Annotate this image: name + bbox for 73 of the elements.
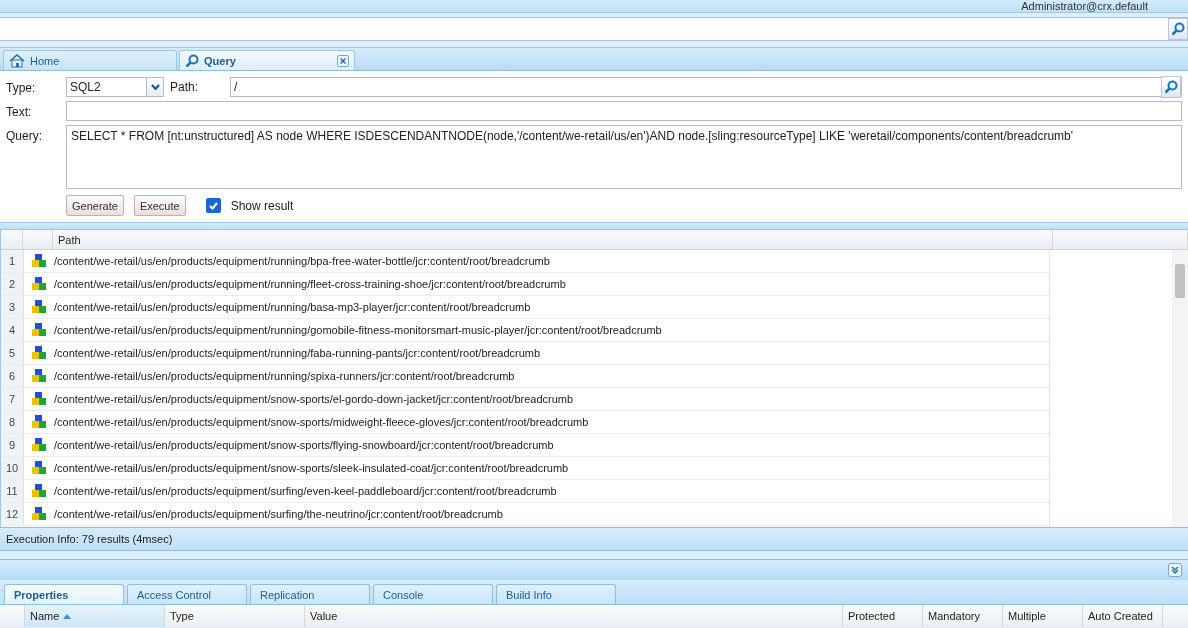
column-header[interactable]: Name (25, 605, 165, 627)
node-cubes-icon (31, 483, 47, 499)
home-icon (9, 53, 25, 68)
row-number: 3 (1, 296, 24, 318)
path-cell: /content/we-retail/us/en/products/equipment/snow-sports/el-gordo-down-jacket/jcr:content/root/breadcrumb (54, 393, 574, 405)
tab[interactable]: Home (3, 50, 177, 70)
node-cubes-icon (31, 345, 47, 361)
tab[interactable]: Query (179, 50, 355, 70)
tab[interactable]: Console (373, 584, 493, 604)
path-cell: /content/we-retail/us/en/products/equipment/running/gomobile-fitness-monitorsmart-music-player/jcr:content/root/breadcrumb (54, 324, 662, 336)
path-cell: /content/we-retail/us/en/products/equipment/running/fleet-cross-training-shoe/jcr:content/root/breadcrumb (54, 278, 566, 290)
row-number: 1 (1, 250, 24, 272)
text-label: Text: (6, 104, 33, 121)
node-cubes-icon (31, 414, 47, 430)
row-number: 5 (1, 342, 24, 364)
checkbox[interactable] (205, 198, 221, 213)
path-label: Path: (170, 80, 200, 94)
path-cell: /content/we-retail/us/en/products/equipment/snow-sports/flying-snowboard/jcr:content/root/breadcrumb (54, 439, 554, 451)
query-field[interactable]: SELECT * FROM [nt:unstructured] AS node WHERE ISDESCENDANTNODE(node,'/content/we-retail/us/en')AND node.[sling:resourceType] LIKE 'weretail/components/content/breadcrumb' (66, 125, 1182, 189)
type-label: Type: (6, 80, 37, 97)
row-number: 12 (1, 503, 24, 525)
node-cubes-icon (31, 276, 47, 292)
row-number: 9 (1, 434, 24, 456)
search-button[interactable] (1168, 18, 1188, 40)
path-cell: /content/we-retail/us/en/products/equipment/snow-sports/sleek-insulated-coat/jcr:content/root/breadcrumb (54, 462, 569, 474)
collapse-button[interactable] (1168, 563, 1182, 577)
tab[interactable]: Build Info (496, 584, 616, 604)
path-cell: /content/we-retail/us/en/products/equipment/surfing/even-keel-paddleboard/jcr:content/root/breadcrumb (54, 485, 557, 497)
node-cubes-icon (31, 368, 47, 384)
path-cell: /content/we-retail/us/en/products/equipment/running/bpa-free-water-bottle/jcr:content/root/breadcrumb (54, 255, 550, 267)
row-number: 8 (1, 411, 24, 433)
user-name: Administrator@crx.default (1021, 0, 1148, 12)
column-header[interactable]: Auto Created (1083, 605, 1163, 627)
query-label: Query: (6, 128, 43, 145)
column-header[interactable]: Mandatory (923, 605, 1003, 627)
node-cubes-icon (31, 460, 47, 476)
column-header[interactable]: Multiple (1003, 605, 1083, 627)
scrollbar[interactable] (1172, 250, 1188, 527)
type-dropdown[interactable]: SQL2 (66, 77, 164, 97)
node-cubes-icon (31, 506, 47, 522)
sort-arrow-icon (63, 613, 72, 619)
column-header[interactable]: Protected (843, 605, 923, 627)
tab[interactable]: Properties (4, 584, 124, 604)
action-button[interactable]: Generate (66, 195, 124, 216)
row-number: 10 (1, 457, 24, 479)
row-number: 4 (1, 319, 24, 341)
tab[interactable]: Replication (250, 584, 370, 604)
node-cubes-icon (31, 299, 47, 315)
node-cubes-icon (31, 391, 47, 407)
checkbox-label: Show result (230, 198, 294, 213)
column-header[interactable]: Value (305, 605, 843, 627)
path-cell: /content/we-retail/us/en/products/equipment/running/basa-mp3-player/jcr:content/root/breadcrumb (54, 301, 531, 313)
node-cubes-icon (31, 253, 47, 269)
close-icon[interactable] (337, 54, 349, 67)
checkmark-icon (208, 201, 218, 210)
column-header[interactable]: Type (165, 605, 305, 627)
execution-info: Execution Info: 79 results (4msec) (6, 533, 173, 545)
row-number: 7 (1, 388, 24, 410)
path-cell: /content/we-retail/us/en/products/equipment/surfing/the-neutrino/jcr:content/root/breadcrumb (54, 508, 503, 520)
search-icon (185, 53, 199, 68)
path-cell: /content/we-retail/us/en/products/equipment/snow-sports/midweight-fleece-gloves/jcr:content/root/breadcrumb (54, 416, 589, 428)
path-cell: /content/we-retail/us/en/products/equipment/running/spixa-runners/jcr:content/root/breadcrumb (54, 370, 515, 382)
row-number: 2 (1, 273, 24, 295)
text-field[interactable] (66, 101, 1182, 121)
node-cubes-icon (31, 437, 47, 453)
caret-icon (150, 84, 160, 90)
node-cubes-icon (31, 322, 47, 338)
action-button[interactable]: Execute (133, 195, 186, 216)
path-cell: /content/we-retail/us/en/products/equipment/running/faba-running-pants/jcr:content/root/breadcrumb (54, 347, 541, 359)
row-number: 6 (1, 365, 24, 387)
tab[interactable]: Access Control (127, 584, 247, 604)
search-icon (1171, 22, 1185, 36)
row-number: 11 (1, 480, 24, 502)
